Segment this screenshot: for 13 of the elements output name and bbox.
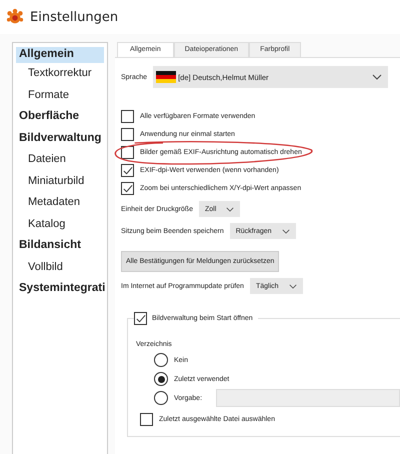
sidebar-item[interactable]: Bildansicht xyxy=(16,235,104,256)
sidebar-item[interactable]: Metadaten xyxy=(16,192,104,214)
sidebar-item[interactable]: Dateien xyxy=(16,149,104,170)
sidebar-item[interactable]: Allgemein xyxy=(16,47,104,63)
window-title: Einstellungen xyxy=(30,10,118,24)
sidebar-item[interactable]: Textkorrektur xyxy=(16,63,104,84)
sidebar-item[interactable]: Miniaturbild xyxy=(16,170,104,192)
sidebar-item[interactable]: Formate xyxy=(16,84,104,106)
sidebar-item[interactable]: Oberfläche xyxy=(16,106,104,128)
sidebar-item[interactable]: Vollbild xyxy=(16,256,104,278)
sidebar-item[interactable]: Systemintegrati xyxy=(16,278,104,300)
sidebar-item[interactable]: Bildverwaltung xyxy=(16,128,104,149)
sidebar-item[interactable]: Katalog xyxy=(16,214,104,235)
